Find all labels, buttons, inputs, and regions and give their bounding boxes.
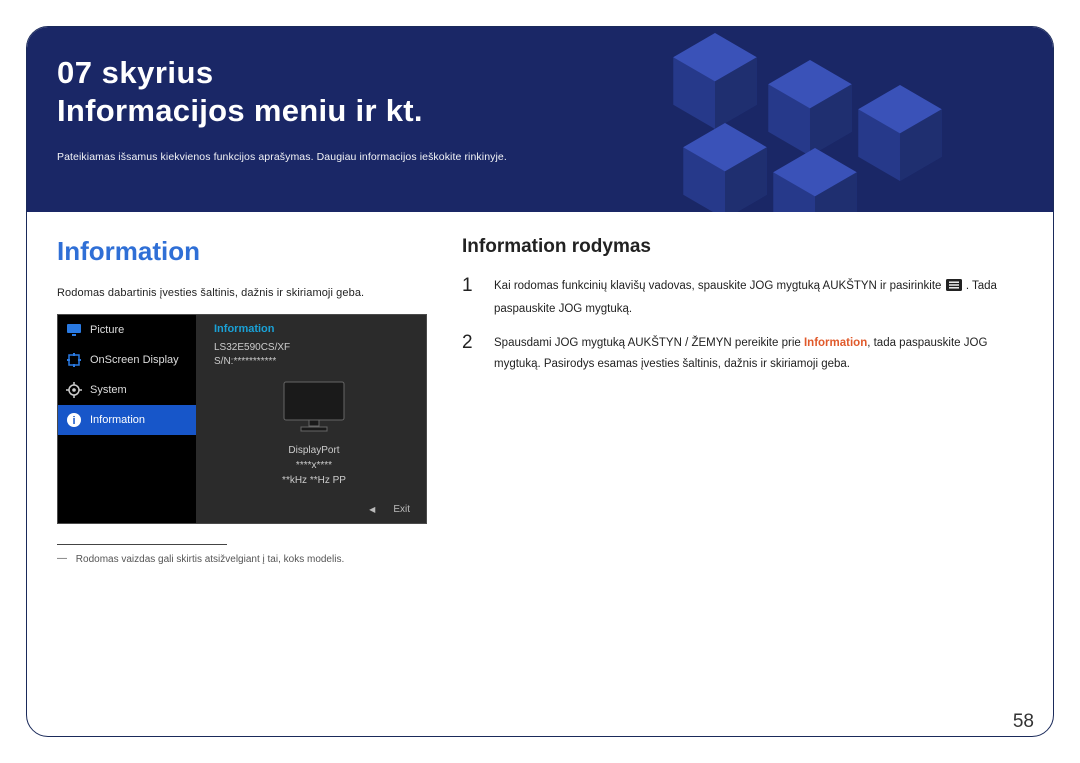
cube-icon	[683, 123, 767, 212]
osd-menu-item-information[interactable]: i Information	[58, 405, 196, 435]
right-column: Information rodymas 1 Kai rodomas funkci…	[462, 236, 1023, 565]
osd-menu-item-label: Information	[90, 414, 145, 426]
osd-menu-item-label: OnScreen Display	[90, 354, 179, 366]
step-text: Kai rodomas funkcinių klavišų vadovas, s…	[494, 276, 1023, 319]
left-arrow-icon[interactable]: ◀	[369, 505, 375, 514]
osd-menu-item-picture[interactable]: Picture	[58, 315, 196, 345]
step-text-pre: Spausdami JOG mygtuką AUKŠTYN / ŽEMYN pe…	[494, 337, 804, 349]
osd-menu-item-label: System	[90, 384, 127, 396]
decorative-cubes	[633, 45, 983, 212]
osd-footer: ◀ Exit	[214, 501, 414, 519]
osd-frequency: **kHz **Hz PP	[214, 473, 414, 488]
step-number: 1	[462, 276, 480, 319]
footnote-text: Rodomas vaizdas gali skirtis atsižvelgia…	[76, 554, 344, 565]
osd-panel-title: Information	[214, 323, 414, 335]
step-number: 2	[462, 333, 480, 374]
osd-menu-item-onscreen[interactable]: OnScreen Display	[58, 345, 196, 375]
monitor-icon	[66, 322, 82, 338]
content-area: Information Rodomas dabartinis įvesties …	[27, 212, 1053, 565]
monitor-icon	[279, 379, 349, 437]
cube-icon	[673, 33, 757, 129]
section-description: Rodomas dabartinis įvesties šaltinis, da…	[57, 285, 442, 302]
dash-icon: ―	[57, 553, 67, 564]
osd-exit-label[interactable]: Exit	[393, 504, 410, 515]
section-heading-information: Information	[57, 236, 442, 267]
osd-menu-item-system[interactable]: System	[58, 375, 196, 405]
osd-menu-list: Picture OnScreen Display System	[58, 315, 196, 523]
osd-icon	[66, 352, 82, 368]
info-icon: i	[66, 412, 82, 428]
osd-serial: S/N:***********	[214, 355, 414, 369]
chapter-header: 07 skyrius Informacijos meniu ir kt. Pat…	[27, 27, 1053, 212]
cube-icon	[768, 60, 852, 156]
footnote: ― Rodomas vaizdas gali skirtis atsižvelg…	[57, 553, 442, 565]
page-frame: 07 skyrius Informacijos meniu ir kt. Pat…	[26, 26, 1054, 737]
osd-screenshot: Picture OnScreen Display System	[57, 314, 427, 524]
osd-port: DisplayPort	[214, 443, 414, 458]
osd-resolution: ****x****	[214, 458, 414, 473]
gear-icon	[66, 382, 82, 398]
osd-menu-item-label: Picture	[90, 324, 124, 336]
menu-icon	[946, 278, 962, 299]
cube-icon	[858, 85, 942, 181]
step-text-pre: Kai rodomas funkcinių klavišų vadovas, s…	[494, 280, 945, 292]
highlight-word: Information	[804, 337, 867, 349]
section-heading-display: Information rodymas	[462, 236, 1023, 258]
divider	[57, 544, 227, 545]
page-number: 58	[1013, 711, 1034, 733]
left-column: Information Rodomas dabartinis įvesties …	[57, 236, 442, 565]
svg-text:i: i	[72, 415, 75, 427]
step-2: 2 Spausdami JOG mygtuką AUKŠTYN / ŽEMYN …	[462, 333, 1023, 374]
step-text: Spausdami JOG mygtuką AUKŠTYN / ŽEMYN pe…	[494, 333, 1023, 374]
osd-model: LS32E590CS/XF	[214, 341, 414, 355]
cube-icon	[773, 148, 857, 212]
osd-info-panel: Information LS32E590CS/XF S/N:**********…	[196, 315, 426, 523]
step-1: 1 Kai rodomas funkcinių klavišų vadovas,…	[462, 276, 1023, 319]
